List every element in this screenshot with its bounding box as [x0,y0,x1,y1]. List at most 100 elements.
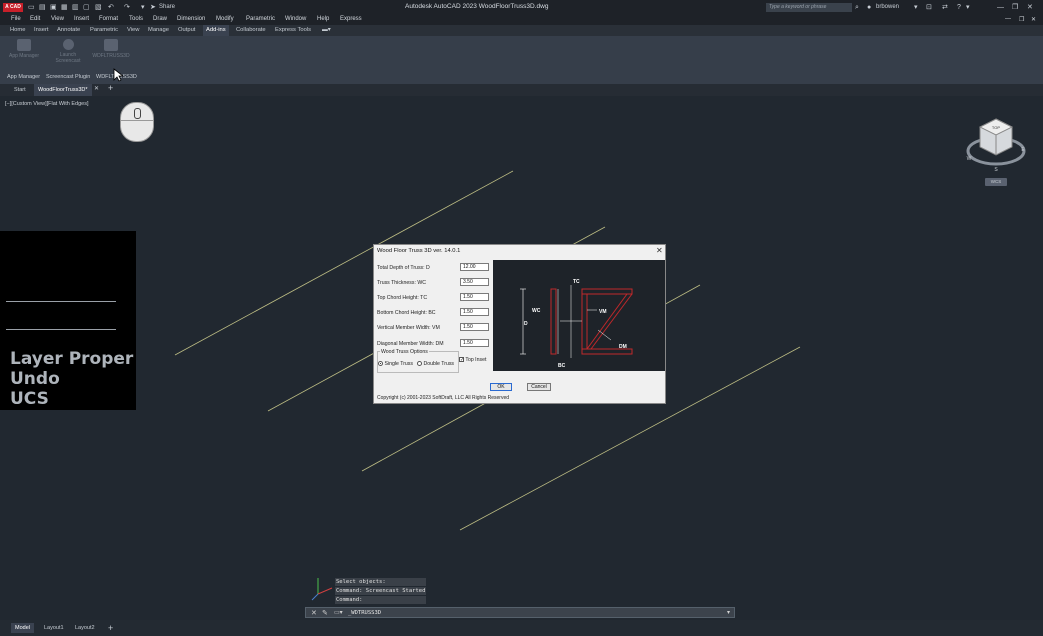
doc-tab-woodfloortruss3d[interactable]: WoodFloorTruss3D* [34,84,92,96]
options-group-title: Wood Truss Options [380,349,429,355]
ribbon-panel: App Manager Launch Screencast WDFLTRUSS3… [0,36,1043,84]
screencast-icon [62,39,74,50]
launch-screencast-button[interactable]: Launch Screencast [49,39,87,73]
share-icon[interactable]: ➤ [150,3,156,12]
save-as-icon[interactable]: ▦ [61,3,68,12]
menu-dimension[interactable]: Dimension [177,16,205,22]
svg-text:S: S [994,167,998,173]
command-line[interactable]: ✕ ✎ ▭▾ _WDTRUSS3D ▾ [305,607,735,618]
command-history-line: Select objects: [335,578,427,586]
wdfltruss3d-button[interactable]: WDFLTRUSS3D [92,39,130,73]
menu-view[interactable]: View [51,16,64,22]
ribbon-toggle-icon[interactable]: ▬▾ [322,27,331,33]
menu-window[interactable]: Window [285,16,306,22]
cart-icon[interactable]: ⊡ [926,3,932,12]
redo-icon[interactable]: ↷ [124,3,130,12]
exchange-icon[interactable]: ⇄ [942,3,948,12]
print-icon[interactable]: ▧ [95,3,102,12]
wcs-menu[interactable]: WCS [985,178,1007,186]
label-truss-thickness: Truss Thickness: WC [377,280,426,286]
diagonal-member-input[interactable]: 1.50 [460,339,489,347]
vertical-member-input[interactable]: 1.50 [460,323,489,331]
undo-icon[interactable]: ↶ [108,3,114,12]
diagram-label-bc: BC [558,363,566,369]
close-doc-icon[interactable]: ✕ [94,85,99,92]
qat-dropdown-icon[interactable]: ▾ [141,3,145,12]
double-truss-radio[interactable]: Double Truss [417,361,454,367]
open-file-icon[interactable]: ▤ [39,3,46,12]
user-dropdown-icon[interactable]: ▾ [914,3,918,12]
viewcube[interactable]: TOP S E W [960,115,1028,175]
layout-tab-layout2[interactable]: Layout2 [71,623,99,633]
layout-tab-layout1[interactable]: Layout1 [40,623,68,633]
app-manager-label: App Manager [8,53,40,59]
help-dropdown-icon[interactable]: ▾ [966,3,970,12]
app-manager-button[interactable]: App Manager [5,39,43,73]
menu-express[interactable]: Express [340,16,362,22]
command-recent-icon[interactable]: ▭▾ [334,609,343,616]
plot-icon[interactable]: ▥ [72,3,79,12]
single-truss-radio[interactable]: Single Truss [378,361,413,367]
diagram-label-vm: VM [599,309,607,315]
menu-minimize-icon[interactable]: — [1005,16,1011,22]
tab-collaborate[interactable]: Collaborate [236,27,266,33]
panel-screencast-plugin[interactable]: Screencast Plugin [46,74,90,80]
user-name[interactable]: brbowen [876,3,899,12]
top-inset-checkbox[interactable]: ✓ Top Inset [459,357,486,363]
command-dropdown-icon[interactable]: ▾ [727,609,730,616]
command-input[interactable]: _WDTRUSS3D [348,610,381,616]
total-depth-input[interactable]: 12.00 [460,263,489,271]
menu-modify[interactable]: Modify [216,16,234,22]
minimize-icon[interactable]: — [997,3,1004,12]
menu-tools[interactable]: Tools [129,16,143,22]
menu-edit[interactable]: Edit [30,16,40,22]
tab-home[interactable]: Home [10,27,25,33]
new-tab-icon[interactable]: + [108,83,113,93]
new-file-icon[interactable]: ▭ [28,3,35,12]
cancel-button[interactable]: Cancel [527,383,551,391]
tab-output[interactable]: Output [178,27,195,33]
panel-app-manager[interactable]: App Manager [7,74,40,80]
tab-annotate[interactable]: Annotate [57,27,80,33]
truss-thickness-input[interactable]: 3.50 [460,278,489,286]
tab-express-tools[interactable]: Express Tools [275,27,311,33]
search-icon[interactable]: ⌕ [855,3,859,12]
tab-view[interactable]: View [127,27,139,33]
dialog-close-icon[interactable]: ✕ [656,246,663,255]
tab-manage[interactable]: Manage [148,27,169,33]
svg-text:TOP: TOP [992,125,1000,130]
restore-icon[interactable]: ❐ [1012,3,1018,12]
close-icon[interactable]: ✕ [1027,3,1033,12]
web-mobile-icon[interactable]: ▢ [83,3,90,12]
share-button[interactable]: Share [159,3,175,12]
ok-button[interactable]: OK [490,383,512,391]
window-title: Autodesk AutoCAD 2023 WoodFloorTruss3D.d… [405,3,549,10]
layout-tab-model[interactable]: Model [11,623,34,633]
tab-add-ins[interactable]: Add-ins [203,25,229,36]
tab-insert[interactable]: Insert [34,27,49,33]
label-vertical-member: Vertical Member Width: VM [377,325,440,331]
menu-help[interactable]: Help [317,16,329,22]
bottom-chord-input[interactable]: 1.50 [460,308,489,316]
autocad-logo[interactable]: A CAD [3,3,23,12]
command-close-icon[interactable]: ✕ [311,609,317,617]
top-chord-input[interactable]: 1.50 [460,293,489,301]
menu-format[interactable]: Format [99,16,118,22]
menu-restore-icon[interactable]: ❐ [1019,16,1024,23]
menu-close-icon[interactable]: ✕ [1031,16,1036,23]
label-diagonal-member: Diagonal Member Width: DM [377,341,444,347]
doc-tab-start[interactable]: Start [10,84,30,96]
menu-parametric[interactable]: Parametric [246,16,275,22]
search-input[interactable]: Type a keyword or phrase [766,3,852,12]
menu-file[interactable]: File [11,16,21,22]
command-history-line: Command: Screencast Started [335,587,427,595]
view-controls-label[interactable]: [−][Custom View][Flat With Edges] [5,101,89,107]
add-layout-icon[interactable]: + [104,623,117,633]
command-customize-icon[interactable]: ✎ [322,609,328,617]
menu-draw[interactable]: Draw [153,16,167,22]
user-icon[interactable]: ● [867,3,871,12]
menu-insert[interactable]: Insert [74,16,89,22]
tab-parametric[interactable]: Parametric [90,27,118,33]
save-icon[interactable]: ▣ [50,3,57,12]
help-icon[interactable]: ? [957,3,961,12]
